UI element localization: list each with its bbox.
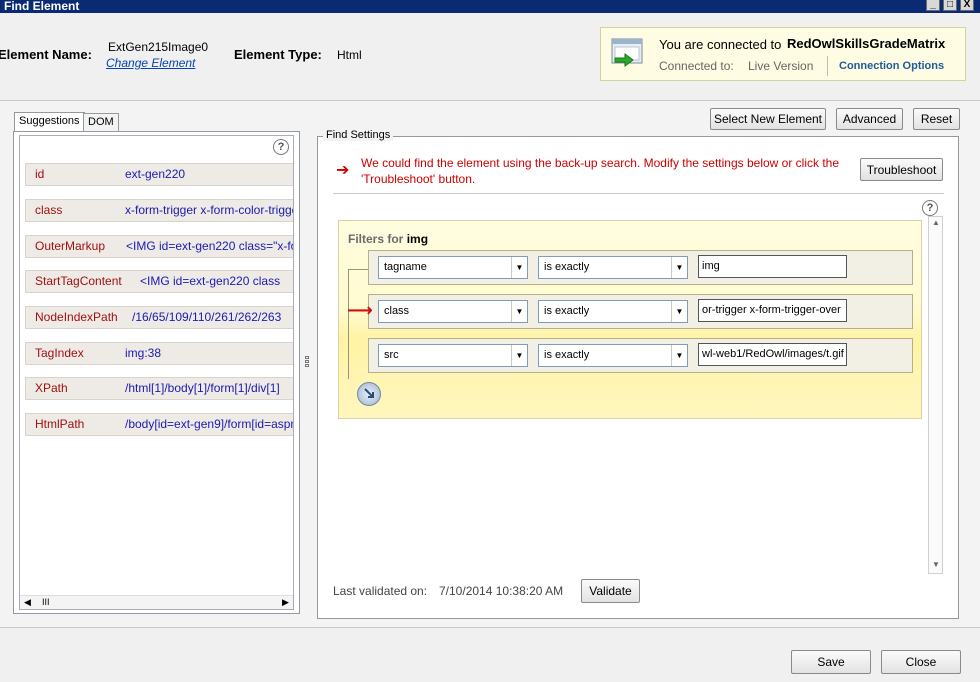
element-name-value: ExtGen215Image0 — [108, 40, 209, 54]
suggestion-item[interactable]: HtmlPath /body[id=ext-gen9]/form[id=aspn… — [25, 413, 294, 436]
attribute-select[interactable]: src ▼ — [378, 344, 528, 367]
suggestion-value: <IMG id=ext-gen220 class — [140, 274, 281, 288]
suggestion-value: /html[1]/body[1]/form[1]/div[1] — [125, 381, 280, 395]
chevron-down-icon[interactable]: ▼ — [511, 257, 527, 278]
maximize-button[interactable]: □ — [943, 0, 957, 11]
browser-window-icon — [611, 38, 645, 68]
advanced-button[interactable]: Advanced — [836, 108, 903, 130]
suggestion-item[interactable]: class x-form-trigger x-form-color-trigge… — [25, 199, 294, 222]
error-arrow-icon: ➔ — [336, 162, 350, 179]
connection-divider — [827, 56, 828, 76]
current-filter-arrow-icon: ⟶ — [347, 300, 373, 320]
suggestion-value: <IMG id=ext-gen220 class="x-form — [126, 239, 294, 253]
change-element-link[interactable]: Change Element — [106, 56, 195, 70]
settings-divider — [333, 193, 944, 194]
connected-to-label: Connected to: — [659, 59, 734, 73]
troubleshoot-button[interactable]: Troubleshoot — [860, 158, 943, 181]
attribute-select[interactable]: class ▼ — [378, 300, 528, 323]
title-bar: Find Element _ □ X — [0, 0, 980, 13]
window-title: Find Element — [4, 0, 80, 13]
element-type-value: Html — [337, 48, 362, 62]
element-name-label: Element Name: — [0, 47, 92, 62]
chevron-down-icon[interactable]: ▼ — [511, 301, 527, 322]
operator-select-value: is exactly — [544, 349, 590, 361]
chevron-down-icon[interactable]: ▼ — [671, 345, 687, 366]
scroll-thumb[interactable]: III — [42, 597, 50, 607]
operator-select[interactable]: is exactly ▼ — [538, 344, 688, 367]
help-icon[interactable]: ? — [273, 139, 289, 155]
filter-value-input[interactable]: wl-web1/RedOwl/images/t.gif — [698, 343, 847, 366]
attribute-select[interactable]: tagname ▼ — [378, 256, 528, 279]
operator-select-value: is exactly — [544, 261, 590, 273]
suggestion-value: img:38 — [125, 346, 162, 360]
suggestion-item[interactable]: StartTagContent <IMG id=ext-gen220 class — [25, 270, 293, 293]
connection-box: You are connected to RedOwlSkillsGradeMa… — [600, 27, 966, 81]
splitter-grip-icon[interactable] — [305, 356, 309, 370]
suggestion-name: OuterMarkup — [35, 239, 106, 253]
connected-to-value: Live Version — [748, 59, 814, 73]
suggestion-value: ext-gen220 — [125, 167, 186, 181]
chevron-down-icon[interactable]: ▼ — [671, 257, 687, 278]
suggestion-name: XPath — [35, 381, 68, 395]
suggestion-item[interactable]: OuterMarkup <IMG id=ext-gen220 class="x-… — [25, 235, 294, 258]
scroll-down-icon[interactable]: ▼ — [932, 560, 940, 569]
suggestion-name: id — [35, 167, 45, 181]
save-button[interactable]: Save — [791, 650, 871, 674]
suggestion-item[interactable]: NodeIndexPath /16/65/109/110/261/262/263 — [25, 306, 293, 329]
attribute-select-value: tagname — [384, 261, 427, 273]
suggestion-item[interactable]: XPath /html[1]/body[1]/form[1]/div[1] — [25, 377, 293, 400]
element-type-label: Element Type: — [234, 47, 322, 62]
suggestion-value: x-form-trigger x-form-color-trigger — [125, 203, 294, 217]
suggestion-name: StartTagContent — [35, 274, 122, 288]
suggestion-value: /body[id=ext-gen9]/form[id=aspnet — [125, 417, 294, 431]
filters-connector — [348, 269, 370, 379]
add-filter-icon[interactable] — [357, 382, 381, 406]
horizontal-scrollbar[interactable]: ◀ III ▶ — [20, 595, 293, 609]
validate-button[interactable]: Validate — [581, 579, 640, 603]
suggestions-panel: ? id ext-gen220 class x-form-trigger x-f… — [13, 131, 300, 614]
connected-target: RedOwlSkillsGradeMatrix — [787, 36, 946, 51]
attribute-select-value: src — [384, 349, 399, 361]
filters-label-text: Filters for — [348, 232, 404, 246]
connected-prefix: You are connected to — [659, 37, 782, 52]
scroll-right-icon[interactable]: ▶ — [282, 597, 289, 608]
minimize-button[interactable]: _ — [926, 0, 940, 11]
scroll-left-icon[interactable]: ◀ — [24, 597, 31, 608]
suggestion-value: /16/65/109/110/261/262/263 — [132, 310, 282, 324]
suggestion-name: NodeIndexPath — [35, 310, 118, 324]
attribute-select-value: class — [384, 305, 410, 317]
select-new-element-button[interactable]: Select New Element — [710, 108, 826, 130]
reset-button[interactable]: Reset — [913, 108, 960, 130]
chevron-down-icon[interactable]: ▼ — [511, 345, 527, 366]
suggestion-name: class — [35, 203, 63, 217]
find-settings-caption: Find Settings — [323, 129, 394, 141]
tab-suggestions[interactable]: Suggestions — [14, 112, 85, 131]
vertical-scrollbar[interactable]: ▲ ▼ — [928, 216, 943, 574]
close-button[interactable]: Close — [881, 650, 961, 674]
suggestion-name: HtmlPath — [35, 417, 85, 431]
operator-select[interactable]: is exactly ▼ — [538, 300, 688, 323]
help-icon[interactable]: ? — [922, 200, 938, 216]
find-message: We could find the element using the back… — [361, 156, 840, 186]
chevron-down-icon[interactable]: ▼ — [671, 301, 687, 322]
suggestion-item[interactable]: TagIndex img:38 — [25, 342, 293, 365]
operator-select-value: is exactly — [544, 305, 590, 317]
filter-value-input[interactable]: img — [698, 255, 847, 278]
connection-options-link[interactable]: Connection Options — [839, 60, 944, 72]
last-validated-label: Last validated on: — [333, 584, 428, 598]
close-window-button[interactable]: X — [960, 0, 974, 11]
filters-label: Filters for img — [348, 232, 428, 246]
filter-value-input[interactable]: or-trigger x-form-trigger-over — [698, 299, 847, 322]
filters-tag: img — [406, 232, 429, 246]
scroll-up-icon[interactable]: ▲ — [932, 218, 940, 227]
operator-select[interactable]: is exactly ▼ — [538, 256, 688, 279]
tab-dom[interactable]: DOM — [83, 113, 119, 131]
suggestions-list: ? id ext-gen220 class x-form-trigger x-f… — [19, 135, 294, 610]
suggestion-name: TagIndex — [35, 346, 84, 360]
last-validated-value: 7/10/2014 10:38:20 AM — [439, 584, 564, 598]
suggestion-item[interactable]: id ext-gen220 — [25, 163, 293, 186]
